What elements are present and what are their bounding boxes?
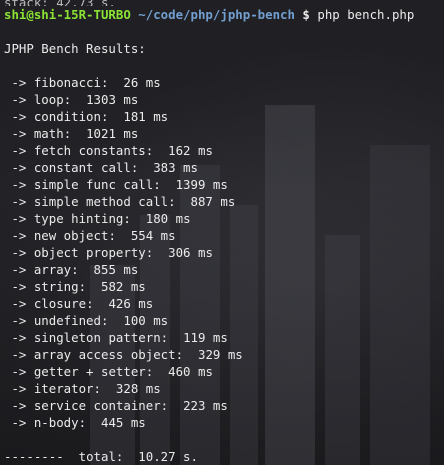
result-value: 445 ms [101, 415, 146, 430]
result-value: 119 ms [183, 330, 228, 345]
result-value: 306 ms [168, 245, 213, 260]
result-value: 1303 ms [86, 92, 139, 107]
results-list: -> fibonacci: 26 ms -> loop: 1303 ms -> … [4, 74, 440, 431]
result-row: -> constant call: 383 ms [4, 160, 198, 175]
result-row: -> fibonacci: 26 ms [4, 75, 161, 90]
prompt-line: shi@shi-15R-TURBO ~/code/php/jphp-bench … [4, 6, 440, 23]
result-name: singleton pattern [33, 330, 161, 345]
result-name: iterator [33, 381, 94, 396]
result-row: -> n-body: 445 ms [4, 415, 146, 430]
result-arrow: -> [4, 177, 34, 192]
result-value: 329 ms [197, 347, 243, 362]
result-name: condition [33, 109, 101, 124]
result-row: -> string: 582 ms [4, 279, 146, 294]
result-arrow: -> [4, 364, 34, 379]
result-value: 328 ms [115, 381, 161, 396]
result-value: 223 ms [183, 398, 228, 413]
total-line: -------- total: 10.27 s. [4, 448, 440, 465]
result-value: 887 ms [190, 194, 236, 209]
result-row: -> object property: 306 ms [4, 245, 213, 260]
prompt-user-host: shi@shi-15R-TURBO [4, 7, 131, 22]
result-value: 181 ms [123, 109, 169, 124]
result-row: -> fetch constants: 162 ms [4, 143, 213, 158]
terminal-output[interactable]: stack: 42.73 s. shi@shi-15R-TURBO ~/code… [0, 0, 444, 465]
result-value: 426 ms [108, 296, 154, 311]
result-arrow: -> [4, 262, 34, 277]
prompt-path: ~/code/php/jphp-bench [138, 7, 295, 22]
result-name: constant call [33, 160, 131, 175]
result-row: -> simple func call: 1399 ms [4, 177, 228, 192]
result-row: -> array: 855 ms [4, 262, 139, 277]
total-label: total: [78, 449, 124, 464]
result-row: -> condition: 181 ms [4, 109, 169, 124]
result-arrow: -> [4, 415, 34, 430]
result-row: -> iterator: 328 ms [4, 381, 161, 396]
prompt-command: php bench.php [317, 7, 415, 22]
total-value: 10.27 s. [138, 449, 198, 464]
result-row: -> service container: 223 ms [4, 398, 228, 413]
result-value: 460 ms [168, 364, 213, 379]
result-name: new object [33, 228, 109, 243]
result-value: 180 ms [145, 211, 191, 226]
result-name: closure [33, 296, 87, 311]
result-name: fetch constants [33, 143, 146, 158]
result-name: fibonacci [33, 75, 101, 90]
result-row: -> array access object: 329 ms [4, 347, 243, 362]
result-value: 383 ms [153, 160, 198, 175]
result-name: object property [33, 245, 146, 260]
result-name: simple func call [33, 177, 154, 192]
result-row: -> getter + setter: 460 ms [4, 364, 213, 379]
result-arrow: -> [4, 245, 34, 260]
result-arrow: -> [4, 143, 34, 158]
result-name: array [33, 262, 72, 277]
result-arrow: -> [4, 296, 34, 311]
result-value: 100 ms [123, 313, 169, 328]
result-row: -> singleton pattern: 119 ms [4, 330, 228, 345]
result-name: getter + setter [33, 364, 146, 379]
result-name: array access object [33, 347, 176, 362]
prompt-symbol: $ [302, 7, 310, 22]
result-value: 582 ms [101, 279, 146, 294]
result-value: 26 ms [123, 75, 161, 90]
result-arrow: -> [4, 211, 34, 226]
result-arrow: -> [4, 126, 34, 141]
result-arrow: -> [4, 228, 34, 243]
result-row: -> math: 1021 ms [4, 126, 139, 141]
result-arrow: -> [4, 75, 34, 90]
total-dashes: -------- [4, 449, 64, 464]
result-row: -> loop: 1303 ms [4, 92, 139, 107]
result-name: type hinting [33, 211, 124, 226]
result-arrow: -> [4, 381, 34, 396]
result-name: string [33, 279, 79, 294]
result-row: -> new object: 554 ms [4, 228, 176, 243]
result-name: undefined [33, 313, 101, 328]
result-value: 1021 ms [86, 126, 139, 141]
result-arrow: -> [4, 194, 34, 209]
result-value: 554 ms [130, 228, 176, 243]
result-row: -> closure: 426 ms [4, 296, 154, 311]
result-arrow: -> [4, 109, 34, 124]
result-value: 855 ms [93, 262, 139, 277]
result-arrow: -> [4, 92, 34, 107]
result-arrow: -> [4, 279, 34, 294]
result-name: math [33, 126, 64, 141]
result-row: -> undefined: 100 ms [4, 313, 169, 328]
result-value: 162 ms [168, 143, 213, 158]
results-header: JPHP Bench Results: [4, 41, 146, 56]
result-name: service container [33, 398, 161, 413]
result-arrow: -> [4, 398, 34, 413]
result-arrow: -> [4, 160, 34, 175]
result-name: n-body [33, 415, 79, 430]
result-arrow: -> [4, 347, 34, 362]
result-row: -> simple method call: 887 ms [4, 194, 236, 209]
result-value: 1399 ms [175, 177, 228, 192]
result-row: -> type hinting: 180 ms [4, 211, 191, 226]
result-arrow: -> [4, 313, 34, 328]
result-name: simple method call [33, 194, 169, 209]
result-name: loop [33, 92, 64, 107]
result-arrow: -> [4, 330, 34, 345]
